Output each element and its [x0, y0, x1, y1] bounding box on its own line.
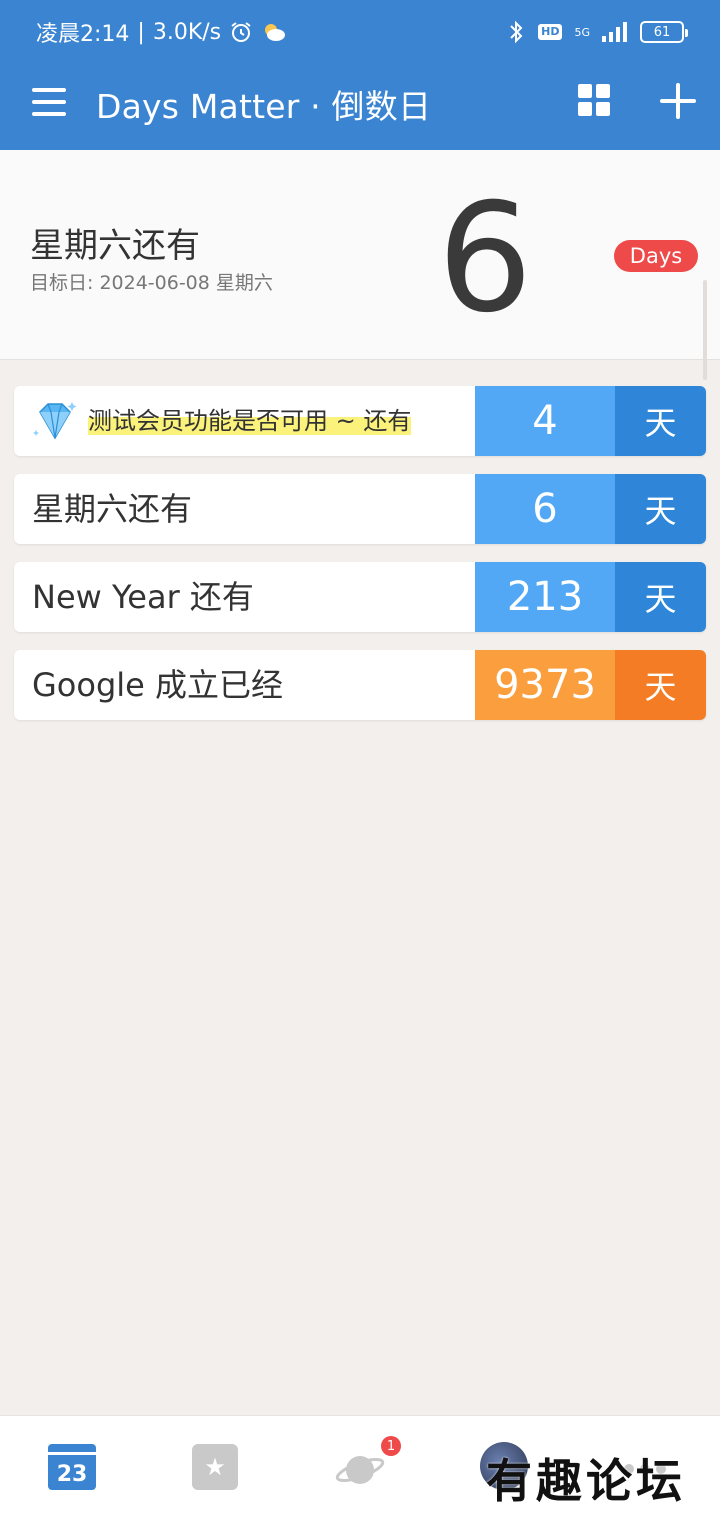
add-event-icon[interactable] [660, 83, 696, 119]
planet-tab-icon[interactable] [334, 1442, 386, 1494]
app-title: Days Matter · 倒数日 [96, 87, 432, 126]
days-badge: Days [614, 240, 698, 272]
network-label: 5G [574, 25, 590, 39]
status-separator: | [137, 19, 145, 45]
event-label: 测试会员功能是否可用 ~ 还有 [88, 407, 412, 435]
grid-view-icon[interactable] [578, 84, 610, 116]
watermark: 有趣论坛 [486, 1454, 686, 1508]
event-count: 4 [475, 386, 615, 456]
status-bar: 凌晨2:14 | 3.0K/s HD 5G 61 [0, 0, 720, 64]
event-item-premium-test[interactable]: 测试会员功能是否可用 ~ 还有 4 天 [14, 386, 706, 456]
weather-cloud-icon [261, 21, 287, 43]
status-speed: 3.0K/s [152, 19, 222, 45]
battery-icon: 61 [640, 21, 688, 43]
event-count: 6 [475, 474, 615, 544]
featured-event-target-date: 目标日: 2024-06-08 星期六 [30, 272, 273, 294]
bluetooth-icon [506, 20, 526, 44]
event-list: 测试会员功能是否可用 ~ 还有 4 天 星期六还有 6 天 New Year 还… [14, 386, 706, 738]
signal-icon [602, 22, 628, 42]
top-bar: 凌晨2:14 | 3.0K/s HD 5G 61 Days Matter · 倒… [0, 0, 720, 150]
battery-level: 61 [653, 24, 671, 40]
scrollbar[interactable] [703, 280, 707, 380]
menu-icon[interactable] [32, 88, 66, 116]
event-label: Google 成立已经 [32, 666, 284, 704]
event-unit: 天 [615, 386, 706, 456]
event-item-saturday[interactable]: 星期六还有 6 天 [14, 474, 706, 544]
event-label: New Year 还有 [32, 578, 254, 616]
featured-event-title: 星期六还有 [30, 226, 200, 266]
event-unit: 天 [615, 562, 706, 632]
event-count: 9373 [475, 650, 615, 720]
status-right: HD 5G 61 [506, 20, 688, 44]
planet-notification-badge: 1 [381, 1436, 401, 1456]
event-item-google[interactable]: Google 成立已经 9373 天 [14, 650, 706, 720]
featured-event-card[interactable]: 星期六还有 目标日: 2024-06-08 星期六 6 Days [0, 150, 720, 360]
calendar-tab-icon[interactable]: 23 [48, 1444, 96, 1490]
favorites-tab-icon[interactable]: ★ [192, 1444, 238, 1490]
status-time: 凌晨2:14 [36, 22, 130, 47]
app-bar: Days Matter · 倒数日 [0, 64, 720, 150]
status-left: 凌晨2:14 | 3.0K/s [36, 16, 287, 48]
event-label: 星期六还有 [32, 490, 193, 528]
hd-badge: HD [538, 24, 563, 40]
diamond-icon [32, 400, 78, 442]
alarm-icon [229, 20, 253, 44]
calendar-day: 23 [56, 1462, 88, 1487]
event-item-new-year[interactable]: New Year 还有 213 天 [14, 562, 706, 632]
event-unit: 天 [615, 650, 706, 720]
event-count: 213 [475, 562, 615, 632]
featured-event-days-number: 6 [437, 172, 533, 346]
event-unit: 天 [615, 474, 706, 544]
